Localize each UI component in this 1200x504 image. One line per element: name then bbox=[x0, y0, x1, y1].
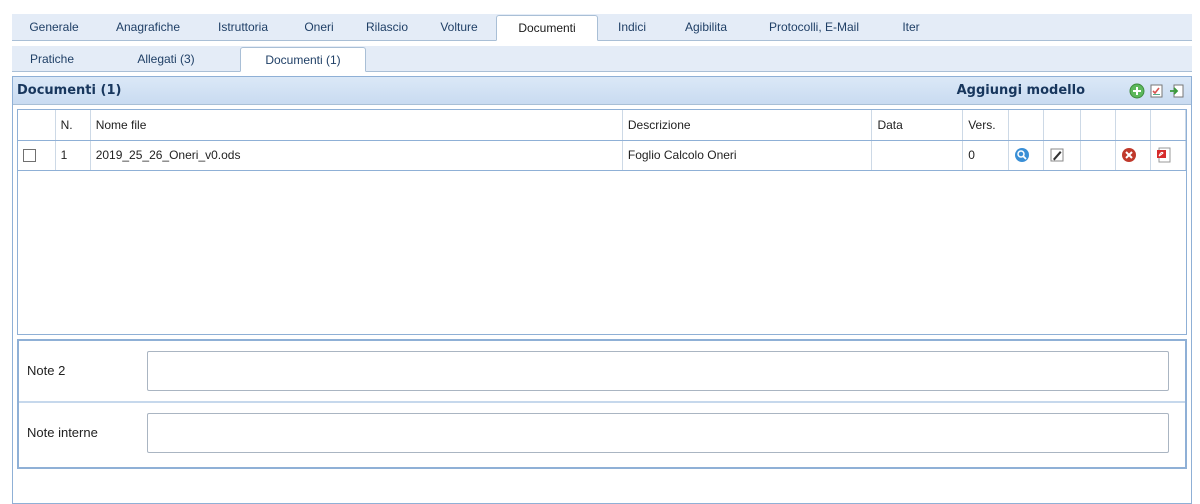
subtab-documenti[interactable]: Documenti (1) bbox=[240, 47, 366, 72]
sub-tabs: Pratiche Allegati (3) Documenti (1) bbox=[12, 46, 1192, 72]
note2-label: Note 2 bbox=[27, 363, 66, 378]
row-action-cell-empty bbox=[1080, 140, 1116, 171]
row-action-cell-view bbox=[1008, 140, 1044, 171]
top-tab-bar: Generale Anagrafiche Istruttoria Oneri R… bbox=[0, 0, 1200, 41]
checklist-icon[interactable] bbox=[1149, 83, 1165, 99]
documents-panel: Documenti (1) Aggiungi modello N. Nome f… bbox=[12, 76, 1192, 504]
row-version: 0 bbox=[962, 140, 1009, 171]
row-number: 1 bbox=[55, 140, 91, 171]
panel-header: Documenti (1) Aggiungi modello bbox=[13, 77, 1191, 105]
row-description: Foglio Calcolo Oneri bbox=[622, 140, 873, 171]
col-date[interactable]: Data bbox=[871, 110, 964, 141]
header-icons bbox=[1129, 83, 1185, 99]
row-action-cell-edit bbox=[1043, 140, 1081, 171]
internal-notes-row: Note interne bbox=[19, 403, 1185, 465]
documents-grid: N. Nome file Descrizione Data Vers. 1 20… bbox=[17, 109, 1187, 335]
add-template-link[interactable]: Aggiungi modello bbox=[957, 83, 1085, 98]
subtab-allegati[interactable]: Allegati (3) bbox=[92, 47, 240, 71]
row-checkbox[interactable] bbox=[23, 149, 36, 163]
row-filename[interactable]: 2019_25_26_Oneri_v0.ods bbox=[90, 140, 623, 171]
pdf-icon[interactable] bbox=[1156, 147, 1172, 163]
col-action-4 bbox=[1115, 110, 1151, 141]
col-description[interactable]: Descrizione bbox=[622, 110, 873, 141]
col-action-1 bbox=[1008, 110, 1044, 141]
col-filename[interactable]: Nome file bbox=[90, 110, 623, 141]
col-action-2 bbox=[1043, 110, 1081, 141]
notes-section: Note 2 Note interne bbox=[17, 339, 1187, 469]
tab-protocolli-email[interactable]: Protocolli, E-Mail bbox=[746, 15, 882, 40]
tab-oneri[interactable]: Oneri bbox=[286, 15, 352, 40]
col-action-3 bbox=[1080, 110, 1116, 141]
tab-agibilita[interactable]: Agibilita bbox=[666, 15, 746, 40]
tab-rilascio[interactable]: Rilascio bbox=[352, 15, 422, 40]
col-action-5 bbox=[1150, 110, 1187, 141]
grid-header-row: N. Nome file Descrizione Data Vers. bbox=[18, 110, 1187, 141]
col-number[interactable]: N. bbox=[55, 110, 91, 141]
export-icon[interactable] bbox=[1169, 83, 1185, 99]
tab-documenti[interactable]: Documenti bbox=[496, 15, 598, 41]
view-icon[interactable] bbox=[1014, 147, 1030, 163]
note2-row: Note 2 bbox=[19, 341, 1185, 403]
row-action-cell-delete bbox=[1115, 140, 1151, 171]
note2-field[interactable] bbox=[147, 351, 1169, 391]
internal-notes-label: Note interne bbox=[27, 425, 98, 440]
edit-icon[interactable] bbox=[1049, 147, 1065, 163]
subtab-pratiche[interactable]: Pratiche bbox=[12, 47, 92, 71]
main-tabs: Generale Anagrafiche Istruttoria Oneri R… bbox=[12, 14, 1192, 41]
add-icon[interactable] bbox=[1129, 83, 1145, 99]
tab-volture[interactable]: Volture bbox=[422, 15, 496, 40]
internal-notes-field[interactable] bbox=[147, 413, 1169, 453]
tab-iter[interactable]: Iter bbox=[882, 15, 940, 40]
col-version[interactable]: Vers. bbox=[962, 110, 1009, 141]
col-select bbox=[18, 110, 56, 141]
delete-icon[interactable] bbox=[1121, 147, 1137, 163]
row-date bbox=[871, 140, 964, 171]
tab-istruttoria[interactable]: Istruttoria bbox=[200, 15, 286, 40]
tab-anagrafiche[interactable]: Anagrafiche bbox=[96, 15, 200, 40]
table-row[interactable]: 1 2019_25_26_Oneri_v0.ods Foglio Calcolo… bbox=[18, 140, 1187, 171]
tab-indici[interactable]: Indici bbox=[598, 15, 666, 40]
panel-title: Documenti (1) bbox=[17, 83, 122, 98]
row-action-cell-pdf bbox=[1150, 140, 1187, 171]
row-select-cell bbox=[18, 140, 56, 171]
tab-generale[interactable]: Generale bbox=[12, 15, 96, 40]
